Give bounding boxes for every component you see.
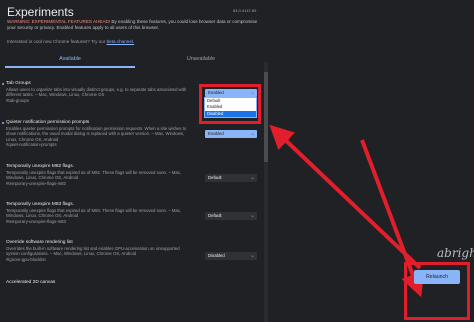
flag-description: Overrides the built-in software renderin… — [6, 246, 180, 257]
flag-description: Temporarily unexpire flags that expired … — [6, 208, 182, 219]
quiet-notification-select[interactable]: Enabled ⌵ — [205, 130, 257, 138]
relaunch-button[interactable]: Relaunch — [414, 270, 460, 284]
flag-name: Accelerated 2D canvas — [6, 280, 56, 285]
select-value: Disabled — [208, 253, 225, 258]
unexpire-m82-select[interactable]: Default ⌵ — [205, 174, 257, 182]
flag-description: Temporarily unexpire flags that expired … — [6, 170, 182, 181]
flag-description: Enables quieter permission prompts for n… — [6, 126, 187, 142]
page-title: Experiments — [7, 5, 74, 19]
chevron-down-icon: ⌵ — [250, 175, 254, 180]
flag-accelerated-2d-canvas: Accelerated 2D canvas — [6, 280, 262, 286]
highlight-box-dropdown — [199, 84, 261, 124]
select-value: Enabled — [208, 131, 224, 136]
version-label: 84.0.4147.89 — [233, 8, 257, 13]
tab-bar: Available Unavailable — [5, 51, 268, 68]
select-value: Default — [208, 213, 222, 218]
interest-body: Interested in cool new Chrome features? … — [7, 39, 106, 44]
chevron-down-icon: ⌵ — [250, 131, 254, 136]
select-value: Default — [208, 175, 222, 180]
modified-dot-icon — [2, 122, 4, 124]
flag-description: Allows users to organize tabs into visua… — [6, 87, 187, 98]
tab-unavailable[interactable]: Unavailable — [136, 51, 266, 68]
unexpire-m83-select[interactable]: Default ⌵ — [205, 212, 257, 220]
flag-hash-link[interactable]: #quiet-notification-prompts — [6, 142, 262, 147]
modified-dot-icon — [2, 83, 4, 85]
watermark-logo: abrigh — [437, 246, 474, 260]
gpu-blocklist-select[interactable]: Disabled ⌵ — [205, 252, 257, 260]
warning-text: WARNING: EXPERIMENTAL FEATURES AHEAD! By… — [7, 19, 265, 31]
flags-page: Experiments 84.0.4147.89 WARNING: EXPERI… — [0, 0, 474, 322]
chevron-down-icon: ⌵ — [250, 253, 254, 258]
warning-label: WARNING: EXPERIMENTAL FEATURES AHEAD! — [7, 19, 111, 24]
beta-channel-link[interactable]: beta channel. — [107, 39, 135, 44]
interest-text: Interested in cool new Chrome features? … — [7, 39, 134, 44]
tab-available[interactable]: Available — [5, 51, 135, 68]
chevron-down-icon: ⌵ — [250, 213, 254, 218]
